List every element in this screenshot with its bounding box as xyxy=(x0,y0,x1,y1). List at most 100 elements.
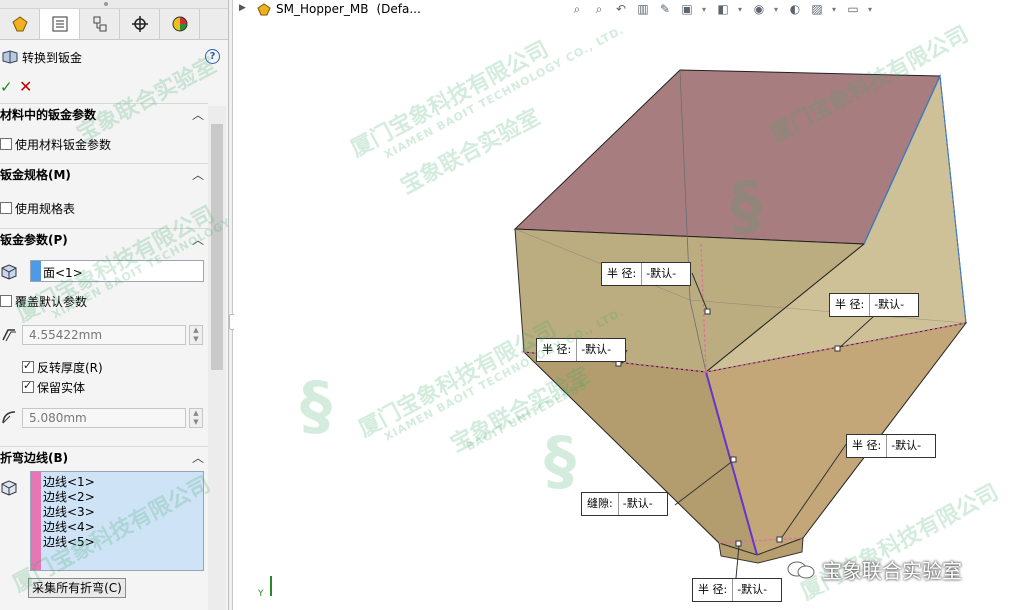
keep-body-row[interactable]: 保留实体 xyxy=(22,378,85,396)
collapse-chevron-icon: ︿ xyxy=(191,451,204,465)
keep-body-checkbox[interactable] xyxy=(22,379,34,393)
chevron-down-icon[interactable]: ▾ xyxy=(772,1,780,17)
feature-title: 转换到钣金 ? xyxy=(0,46,228,68)
scrollbar-thumb[interactable] xyxy=(211,124,223,370)
display-style-icon[interactable]: ◧ xyxy=(714,1,732,17)
list-item[interactable]: 边线<2> xyxy=(43,490,95,505)
group-gauge-title: 钣金规格(M) xyxy=(0,168,71,182)
graphics-area[interactable]: ▶ SM_Hopper_MB (Defa... ⌕ ⌕ ↶ ▥ ✎ ▣ ▾ ◧ … xyxy=(234,0,1015,610)
fixed-face-icon xyxy=(1,264,17,280)
group-params-title: 钣金参数(P) xyxy=(0,233,68,247)
apply-scene-icon[interactable]: ▨ xyxy=(808,1,826,17)
tab-feature-manager[interactable] xyxy=(0,9,40,39)
panel-splitter[interactable] xyxy=(229,0,235,610)
zoom-to-area-icon[interactable]: ⌕ xyxy=(590,1,608,17)
use-gauge-table-row[interactable]: 使用规格表 xyxy=(0,199,75,217)
collect-all-bends-button[interactable]: 采集所有折弯(C) xyxy=(28,578,126,598)
use-material-params-checkbox[interactable] xyxy=(0,138,12,150)
fixed-face-selection-box[interactable]: 面<1> xyxy=(30,260,204,282)
previous-view-icon[interactable]: ↶ xyxy=(612,1,630,17)
list-item[interactable]: 边线<4> xyxy=(43,520,95,535)
list-item[interactable]: 边线<1> xyxy=(43,475,95,490)
bend-radius-icon xyxy=(2,411,16,424)
callout-value[interactable]: -默认- xyxy=(733,579,781,601)
tree-expand-icon[interactable]: ▶ xyxy=(239,3,246,13)
view-settings-icon[interactable]: ▭ xyxy=(844,1,862,17)
configuration-icon xyxy=(93,16,106,32)
group-material-header[interactable]: 材料中的钣金参数 ︿ xyxy=(0,103,208,125)
thickness-input[interactable]: 4.55422mm xyxy=(22,325,186,345)
tab-display-manager[interactable] xyxy=(160,9,200,39)
keep-body-label: 保留实体 xyxy=(37,380,86,395)
bend-edges-list: 边线<1> 边线<2> 边线<3> 边线<4> 边线<5> xyxy=(43,475,95,550)
selection-color-bar xyxy=(31,261,41,281)
callout-key: 半 径: xyxy=(830,294,871,316)
bend-radius-callout[interactable]: 半 径: -默认- xyxy=(829,293,920,317)
tab-configuration-manager[interactable] xyxy=(80,9,120,39)
chevron-down-icon[interactable]: ▾ xyxy=(830,1,838,17)
list-item[interactable]: 边线<5> xyxy=(43,535,95,550)
callout-key: 半 径: xyxy=(602,263,643,285)
ok-button[interactable]: ✓ xyxy=(0,78,13,96)
edit-appearance-icon[interactable]: ◐ xyxy=(786,1,804,17)
reverse-thickness-label: 反转厚度(R) xyxy=(37,360,103,375)
callout-key: 半 径: xyxy=(693,579,734,601)
override-defaults-label: 覆盖默认参数 xyxy=(15,294,88,309)
bend-edges-list-box[interactable]: 边线<1> 边线<2> 边线<3> 边线<4> 边线<5> xyxy=(30,471,204,571)
list-item[interactable]: 边线<3> xyxy=(43,505,95,520)
wechat-icon xyxy=(787,561,815,578)
callout-value[interactable]: -默认- xyxy=(577,339,625,361)
bend-radius-spinner[interactable]: ▲ ▼ xyxy=(189,408,203,428)
collapse-chevron-icon: ︿ xyxy=(191,168,204,182)
chevron-down-icon[interactable]: ▾ xyxy=(866,1,874,17)
group-params-header[interactable]: 钣金参数(P) ︿ xyxy=(0,228,208,250)
chevron-down-icon[interactable]: ▾ xyxy=(736,1,744,17)
bend-radius-callout[interactable]: 半 径: -默认- xyxy=(692,578,783,602)
panel-scrollbar[interactable] xyxy=(208,106,226,610)
bend-radius-callout[interactable]: 半 径: -默认- xyxy=(536,338,627,362)
reference-triad: Y xyxy=(258,574,276,599)
convert-to-sheet-metal-icon xyxy=(2,50,18,64)
selection-color-bar xyxy=(31,472,41,570)
callout-value[interactable]: -默认- xyxy=(887,435,935,457)
tab-dimxpert-manager[interactable] xyxy=(120,9,160,39)
bend-edges-icon xyxy=(1,480,17,496)
collapse-chevron-icon: ︿ xyxy=(191,233,204,247)
override-defaults-checkbox[interactable] xyxy=(0,295,12,307)
view-orientation-icon[interactable]: ▣ xyxy=(678,1,696,17)
triad-y-label: Y xyxy=(258,589,264,599)
bend-radius-callout[interactable]: 半 径: -默认- xyxy=(846,434,937,458)
panel-top-grip[interactable] xyxy=(0,0,228,9)
use-gauge-table-label: 使用规格表 xyxy=(15,201,76,216)
reverse-thickness-row[interactable]: 反转厚度(R) xyxy=(22,358,103,376)
document-title-bar[interactable]: SM_Hopper_MB (Defa... xyxy=(256,0,421,18)
cancel-button[interactable]: ✕ xyxy=(19,77,32,96)
override-defaults-row[interactable]: 覆盖默认参数 xyxy=(0,292,87,310)
callout-value[interactable]: -默认- xyxy=(642,263,690,285)
section-view-icon[interactable]: ▥ xyxy=(634,1,652,17)
use-material-params-row[interactable]: 使用材料钣金参数 xyxy=(0,135,111,153)
property-manager: 转换到钣金 ? ✓ ✕ 材料中的钣金参数 ︿ 使用材料钣金参数 钣金规格(M) … xyxy=(0,0,229,610)
thickness-spinner[interactable]: ▲ ▼ xyxy=(189,325,203,345)
wechat-label: 宝象联合实验室 xyxy=(822,559,962,583)
bend-radius-callout[interactable]: 半 径: -默认- xyxy=(601,262,692,286)
fixed-face-value: 面<1> xyxy=(43,266,83,280)
help-icon[interactable]: ? xyxy=(205,49,220,64)
hide-show-items-icon[interactable]: ◉ xyxy=(750,1,768,17)
zoom-to-fit-icon[interactable]: ⌕ xyxy=(568,1,586,17)
heads-up-toolbar: ⌕ ⌕ ↶ ▥ ✎ ▣ ▾ ◧ ▾ ◉ ▾ ◐ ▨ ▾ ▭ ▾ xyxy=(568,0,880,18)
use-gauge-table-checkbox[interactable] xyxy=(0,202,12,214)
dynamic-annotation-icon[interactable]: ✎ xyxy=(656,1,674,17)
group-gauge-header[interactable]: 钣金规格(M) ︿ xyxy=(0,163,208,185)
callout-value[interactable]: -默认- xyxy=(619,493,667,515)
feature-title-text: 转换到钣金 xyxy=(22,50,83,65)
rip-gap-callout[interactable]: 缝隙: -默认- xyxy=(581,492,668,516)
bend-radius-input[interactable]: 5.080mm xyxy=(22,408,186,428)
chevron-down-icon[interactable]: ▾ xyxy=(700,1,708,17)
callout-value[interactable]: -默认- xyxy=(870,294,918,316)
wechat-watermark: 宝象联合实验室 xyxy=(786,555,962,584)
group-bend-edges-header[interactable]: 折弯边线(B) ︿ xyxy=(0,446,208,468)
tab-property-manager[interactable] xyxy=(40,9,80,39)
reverse-thickness-checkbox[interactable] xyxy=(22,359,34,373)
group-material-title: 材料中的钣金参数 xyxy=(0,108,97,122)
